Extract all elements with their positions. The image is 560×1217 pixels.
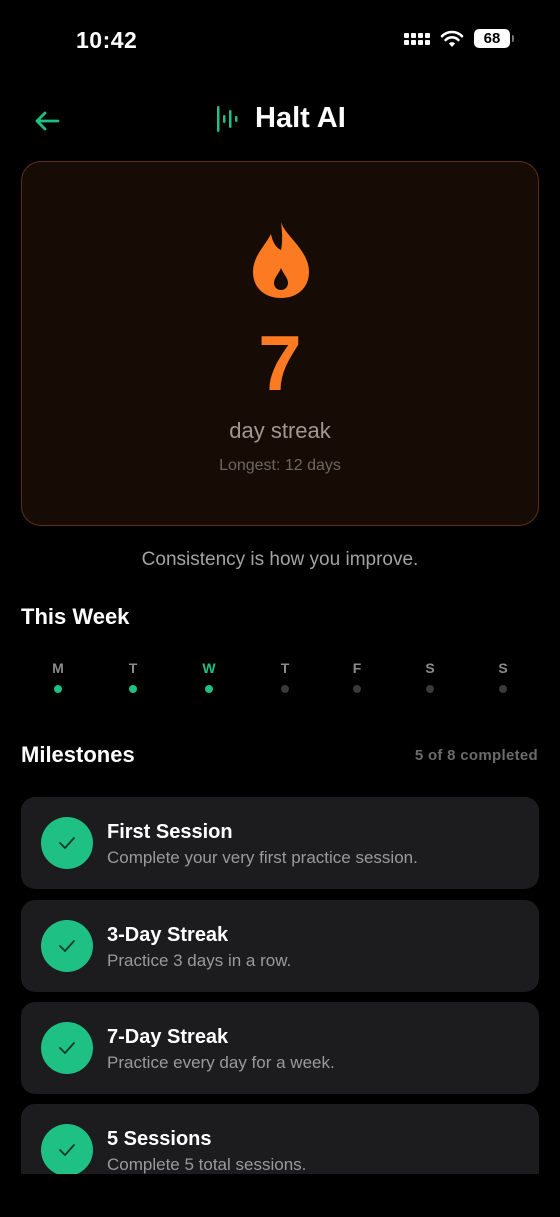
milestone-card[interactable]: 7-Day Streak Practice every day for a we…	[21, 1002, 539, 1094]
waveform-icon	[217, 105, 238, 132]
milestone-description: Complete your very first practice sessio…	[107, 848, 418, 867]
header: Halt AI	[0, 96, 560, 146]
week-day-fri: F	[342, 660, 372, 693]
check-icon	[59, 940, 75, 952]
week-day-sun: S	[488, 660, 518, 693]
milestone-description: Practice 3 days in a row.	[107, 951, 292, 970]
completed-badge	[41, 817, 93, 869]
week-day-tue: T	[118, 660, 148, 693]
check-icon	[59, 837, 75, 849]
milestone-title: 3-Day Streak	[107, 924, 229, 946]
milestone-title: First Session	[107, 821, 233, 843]
flame-icon	[253, 222, 309, 298]
this-week-title: This Week	[21, 604, 130, 629]
milestone-title: 5 Sessions	[107, 1128, 212, 1150]
day-status-dot	[281, 685, 289, 693]
week-tracker: M T W T F S S	[21, 660, 539, 700]
milestone-title: 7-Day Streak	[107, 1026, 229, 1048]
arrow-left-icon	[35, 111, 60, 131]
streak-label: day streak	[229, 418, 331, 443]
check-icon	[59, 1042, 75, 1054]
status-bar: 10:42 68	[0, 0, 560, 80]
day-letter: F	[352, 660, 362, 676]
day-letter: T	[280, 660, 290, 676]
day-letter: S	[498, 660, 508, 676]
back-button[interactable]	[30, 104, 64, 138]
check-icon	[59, 1144, 75, 1156]
day-letter: T	[128, 660, 138, 676]
day-letter: S	[425, 660, 435, 676]
day-letter: W	[202, 660, 216, 676]
week-day-sat: S	[415, 660, 445, 693]
status-time: 10:42	[76, 27, 138, 53]
day-status-dot	[426, 685, 434, 693]
wifi-icon	[440, 30, 464, 47]
day-status-dot	[54, 685, 62, 693]
milestone-description: Complete 5 total sessions.	[107, 1155, 307, 1174]
week-day-thu: T	[270, 660, 300, 693]
completed-badge	[41, 1022, 93, 1074]
milestones-progress: 5 of 8 completed	[414, 747, 538, 764]
milestone-card[interactable]: 3-Day Streak Practice 3 days in a row.	[21, 900, 539, 992]
app-title: Halt AI	[255, 102, 346, 134]
day-status-dot	[353, 685, 361, 693]
day-status-dot	[129, 685, 137, 693]
completed-badge	[41, 1124, 93, 1174]
milestone-card[interactable]: First Session Complete your very first p…	[21, 797, 539, 889]
cellular-signal-icon	[404, 32, 430, 45]
brand: Halt AI	[215, 102, 346, 135]
longest-streak: Longest: 12 days	[219, 457, 341, 474]
milestone-description: Practice every day for a week.	[107, 1053, 335, 1072]
status-icons: 68	[404, 29, 514, 48]
milestone-card[interactable]: 5 Sessions Complete 5 total sessions.	[21, 1104, 539, 1174]
tagline: Consistency is how you improve.	[141, 549, 419, 570]
battery-indicator: 68	[474, 29, 514, 48]
day-letter: M	[52, 660, 64, 676]
milestone-list[interactable]: First Session Complete your very first p…	[21, 797, 539, 1174]
week-day-wed: W	[194, 660, 224, 693]
completed-badge	[41, 920, 93, 972]
milestones-title: Milestones	[21, 742, 135, 767]
streak-card: 7 day streak Longest: 12 days	[21, 161, 539, 526]
streak-count: 7	[258, 319, 302, 407]
day-status-dot	[499, 685, 507, 693]
week-day-mon: M	[43, 660, 73, 693]
day-status-dot	[205, 685, 213, 693]
